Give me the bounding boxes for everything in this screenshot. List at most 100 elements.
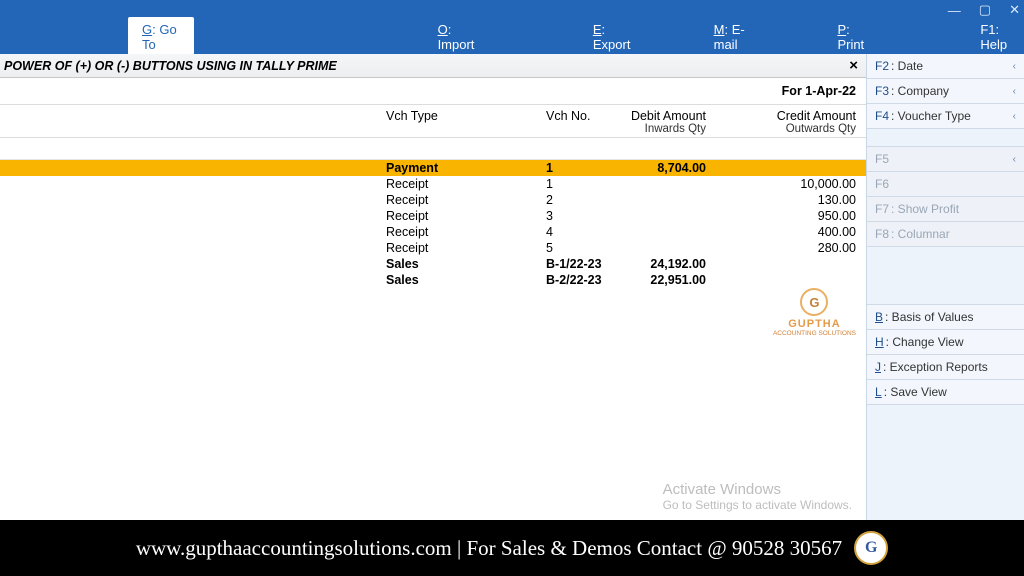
table-row[interactable]: Receipt5 280.00	[0, 240, 866, 256]
side-key: J	[875, 360, 881, 374]
side-label: : Columnar	[891, 227, 950, 241]
watermark-sub: ACCOUNTING SOLUTIONS	[773, 330, 856, 337]
chevron-left-icon: ‹	[1013, 154, 1016, 165]
gap-row	[0, 138, 866, 160]
activate-windows: Activate Windows Go to Settings to activ…	[663, 481, 852, 512]
side-f8-columnar[interactable]: F8: Columnar	[867, 222, 1024, 247]
cell-vchtype: Receipt	[386, 225, 546, 239]
email-menu[interactable]: M: E-mail	[706, 22, 762, 52]
watermark-name: GUPTHA	[773, 318, 856, 330]
side-spacer	[867, 247, 1024, 305]
cell-vchtype: Receipt	[386, 193, 546, 207]
side-label: : Voucher Type	[891, 109, 971, 123]
print-key: P	[837, 22, 846, 37]
email-key: M	[714, 22, 725, 37]
side-h-change-view[interactable]: H: Change View	[867, 330, 1024, 355]
cell-vchno: B-1/22-23	[546, 257, 626, 271]
side-panel: F2: Date ‹ F3: Company ‹ F4: Voucher Typ…	[866, 54, 1024, 520]
side-label: : Company	[891, 84, 949, 98]
side-l-save-view[interactable]: L: Save View	[867, 380, 1024, 405]
cell-debit: 8,704.00	[626, 161, 706, 175]
side-f2-date[interactable]: F2: Date ‹	[867, 54, 1024, 79]
cell-vchno: 1	[546, 177, 626, 191]
table-row[interactable]: SalesB-1/22-2324,192.00	[0, 256, 866, 272]
table-row[interactable]: Receipt4400.00	[0, 224, 866, 240]
chevron-left-icon: ‹	[1013, 111, 1016, 122]
cell-debit: 24,192.00	[626, 257, 706, 271]
footer-banner: www.gupthaaccountingsolutions.com | For …	[0, 520, 1024, 576]
footer-text: www.gupthaaccountingsolutions.com | For …	[136, 536, 842, 561]
table-row[interactable]: Payment18,704.00	[0, 160, 866, 176]
cell-debit	[626, 177, 706, 191]
cell-credit: 280.00	[706, 241, 856, 255]
table-row[interactable]: Receipt2130.00	[0, 192, 866, 208]
import-menu[interactable]: O: Import	[430, 22, 485, 52]
table-row[interactable]: Receipt3950.00	[0, 208, 866, 224]
cell-vchno: 1	[546, 161, 626, 175]
side-b-basis-values[interactable]: B: Basis of Values	[867, 305, 1024, 330]
col-debit: Debit Amount	[626, 109, 706, 123]
date-label: For 1-Apr-22	[0, 78, 866, 104]
help-menu[interactable]: F1: Help	[972, 22, 1024, 52]
activate-title: Activate Windows	[663, 481, 852, 498]
close-window-icon[interactable]: ✕	[1009, 2, 1020, 18]
side-key: F2	[875, 59, 889, 73]
col-inwards: Inwards Qty	[626, 123, 706, 135]
maximize-icon[interactable]: ▢	[979, 2, 991, 18]
side-f7-show-profit[interactable]: F7: Show Profit	[867, 197, 1024, 222]
side-key: F6	[875, 177, 889, 191]
watermark-icon: G	[800, 288, 828, 316]
voucher-rows: Payment18,704.00Receipt110,000.00Receipt…	[0, 160, 866, 288]
cell-vchno: 3	[546, 209, 626, 223]
side-f4-voucher-type[interactable]: F4: Voucher Type ‹	[867, 104, 1024, 129]
help-key: F1	[980, 22, 995, 37]
table-row[interactable]: SalesB-2/22-2322,951.00	[0, 272, 866, 288]
cell-credit	[706, 161, 856, 175]
main-content: POWER OF (+) OR (-) BUTTONS USING IN TAL…	[0, 54, 866, 520]
side-label: : Save View	[884, 385, 947, 399]
goto-button[interactable]: G: Go To	[128, 17, 194, 57]
cell-credit: 400.00	[706, 225, 856, 239]
side-label: : Show Profit	[891, 202, 959, 216]
cell-vchtype: Sales	[386, 273, 546, 287]
side-key: F7	[875, 202, 889, 216]
footer-badge-icon: G	[854, 531, 888, 565]
cell-credit	[706, 273, 856, 287]
side-label: : Date	[891, 59, 923, 73]
side-gap	[867, 129, 1024, 147]
side-key: F8	[875, 227, 889, 241]
cell-vchtype: Receipt	[386, 241, 546, 255]
col-vchtype: Vch Type	[386, 109, 546, 123]
cell-debit	[626, 193, 706, 207]
cell-debit	[626, 241, 706, 255]
side-key: H	[875, 335, 884, 349]
column-headers: Vch TypeVch No.Debit AmountCredit Amount…	[0, 104, 866, 138]
side-j-exception-reports[interactable]: J: Exception Reports	[867, 355, 1024, 380]
import-key: O	[438, 22, 448, 37]
side-label: : Exception Reports	[883, 360, 988, 374]
side-label: : Change View	[886, 335, 964, 349]
export-menu[interactable]: E: Export	[585, 22, 640, 52]
cell-vchtype: Sales	[386, 257, 546, 271]
minimize-icon[interactable]: —	[948, 3, 961, 18]
cell-vchtype: Receipt	[386, 177, 546, 191]
cell-debit	[626, 225, 706, 239]
side-f6[interactable]: F6	[867, 172, 1024, 197]
cell-vchtype: Receipt	[386, 209, 546, 223]
side-f5[interactable]: F5 ‹	[867, 147, 1024, 172]
goto-key: G	[142, 22, 152, 37]
side-key: B	[875, 310, 883, 324]
side-f3-company[interactable]: F3: Company ‹	[867, 79, 1024, 104]
print-menu[interactable]: P: Print	[829, 22, 876, 52]
watermark-logo: G GUPTHA ACCOUNTING SOLUTIONS	[773, 288, 856, 337]
table-row[interactable]: Receipt110,000.00	[0, 176, 866, 192]
top-menubar: G: Go To O: Import E: Export M: E-mail P…	[0, 20, 1024, 54]
context-bar: POWER OF (+) OR (-) BUTTONS USING IN TAL…	[0, 54, 866, 78]
cell-vchno: 5	[546, 241, 626, 255]
activate-sub: Go to Settings to activate Windows.	[663, 498, 852, 512]
cell-vchno: 2	[546, 193, 626, 207]
chevron-left-icon: ‹	[1013, 61, 1016, 72]
close-icon[interactable]: ×	[849, 57, 858, 74]
cell-debit: 22,951.00	[626, 273, 706, 287]
col-vchno: Vch No.	[546, 109, 626, 123]
